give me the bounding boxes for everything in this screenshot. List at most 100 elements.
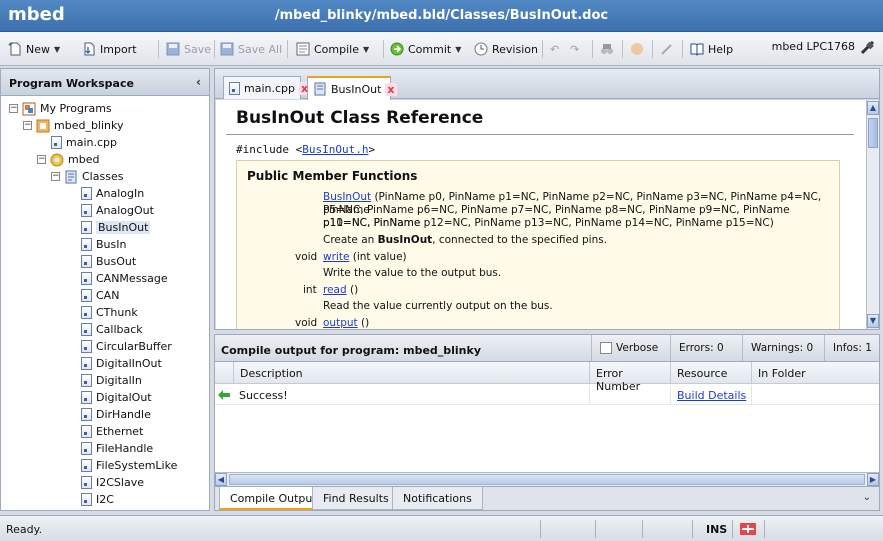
verbose-checkbox[interactable] [600,342,612,354]
new-button[interactable]: New ▼ [8,40,60,58]
column-resource[interactable]: Resource [670,362,750,383]
table-row[interactable]: Success! Build Details [215,385,879,405]
tree-node-class[interactable]: BusIn [81,236,126,253]
tree-node-class[interactable]: DigitalOut [81,389,152,406]
tab-main-cpp[interactable]: main.cpp x [223,76,311,99]
close-icon[interactable]: x [385,82,397,96]
tree-node-main-cpp[interactable]: main.cpp [51,134,117,151]
class-file-icon [81,204,92,217]
tree-node-class[interactable]: BusInOut [81,219,151,236]
find-button[interactable] [600,40,614,58]
collapse-toggle-icon[interactable]: − [51,172,60,181]
scroll-down-icon[interactable]: ▼ [867,314,879,328]
import-icon [84,42,95,56]
include-link[interactable]: BusInOut.h [302,143,368,156]
chevron-down-icon[interactable]: ⌄ [863,492,871,503]
warnings-count: Warnings: 0 [751,342,814,354]
class-file-icon [81,272,92,285]
undo-button[interactable]: ↶ [550,40,559,58]
row-error-number [589,385,669,404]
return-type: void [295,251,318,263]
scroll-thumb[interactable] [229,474,865,485]
tree-node-class[interactable]: DigitalInOut [81,355,162,372]
format-button[interactable] [630,40,644,58]
chevron-down-icon: ▼ [54,44,61,54]
tree-node-class[interactable]: FileHandle [81,440,153,457]
column-description[interactable]: Description [233,362,589,383]
tree-node-class[interactable]: DirHandle [81,406,151,423]
class-file-icon [81,493,92,506]
status-divider [540,520,541,538]
undo-icon: ↶ [550,42,560,56]
scroll-left-icon[interactable]: ◀ [215,473,227,486]
save-button[interactable]: Save [166,40,211,58]
collapse-panel-icon[interactable]: ‹ [196,75,201,89]
write-link[interactable]: write [323,251,349,263]
tree-node-classes[interactable]: − Classes [51,168,123,185]
tree-node-class[interactable]: CThunk [81,304,138,321]
row-resource: Build Details [670,385,750,404]
save-all-button[interactable]: Save All [220,40,282,58]
tree-node-class[interactable]: CANMessage [81,270,168,287]
desc-text: Create an [323,234,378,246]
tree-label: BusIn [96,238,127,251]
class-file-icon [81,187,92,200]
tree-node-mbed-lib[interactable]: − mbed [37,151,99,168]
scroll-thumb[interactable] [868,118,878,148]
collapse-toggle-icon[interactable]: − [23,121,32,130]
tree-node-class[interactable]: I2CSlave [81,474,144,491]
errors-filter[interactable]: Errors: 0 [670,335,742,361]
toolbar-divider [383,40,384,58]
keyboard-layout-icon[interactable] [740,523,756,535]
tree-label: BusInOut [96,221,151,234]
scroll-up-icon[interactable]: ▲ [867,101,879,115]
read-link[interactable]: read [323,284,347,296]
output-tab-bar: Compile Output Find Results Notification… [215,486,879,510]
tree-node-class[interactable]: AnalogOut [81,202,154,219]
tree-node-class[interactable]: Callback [81,321,143,338]
collapse-toggle-icon[interactable]: − [37,155,46,164]
tab-find-results[interactable]: Find Results [312,487,400,510]
tree-node-program[interactable]: − mbed_blinky [23,117,124,134]
compile-label: Compile [314,42,359,56]
commit-button[interactable]: Commit ▼ [390,40,461,58]
divider [226,134,854,135]
compile-button[interactable]: Compile ▼ [296,40,369,58]
import-label: Import [100,42,137,56]
constructor-description: Create an BusInOut, connected to the spe… [323,234,607,247]
desc-bold: BusInOut [377,234,433,246]
wand-button[interactable] [660,40,674,58]
column-in-folder[interactable]: In Folder [751,362,879,383]
build-details-link[interactable]: Build Details [677,389,746,402]
scroll-right-icon[interactable]: ▶ [867,473,879,486]
target-board-label[interactable]: mbed LPC1768 [772,40,855,53]
revision-button[interactable]: Revision [474,40,538,58]
output-link[interactable]: output [323,317,358,329]
tree-node-class[interactable]: I2C [81,491,114,508]
document-scrollbar[interactable]: ▲ ▼ [866,100,879,329]
tree-node-class[interactable]: Ethernet [81,423,143,440]
class-file-icon [81,408,92,421]
tree-node-class[interactable]: AnalogIn [81,185,144,202]
tab-businout[interactable]: BusInOut x [307,76,397,100]
import-button[interactable]: Import [82,40,137,58]
tree-node-class[interactable]: FileSystemLike [81,457,177,474]
tree-label: I2C [96,493,114,506]
tree-node-class[interactable]: CAN [81,287,119,304]
tree-label: DirHandle [96,408,151,421]
warnings-filter[interactable]: Warnings: 0 [742,335,824,361]
tree-node-class[interactable]: BusOut [81,253,136,270]
collapse-toggle-icon[interactable]: − [9,104,18,113]
help-button[interactable]: Help [690,40,733,58]
tree-node-my-programs[interactable]: − My Programs [9,100,112,117]
tab-notifications[interactable]: Notifications [392,487,483,510]
redo-button[interactable]: ↷ [570,40,579,58]
infos-filter[interactable]: Infos: 1 [824,335,880,361]
column-error-number[interactable]: Error Number [589,362,669,393]
verbose-toggle[interactable]: Verbose [591,335,670,361]
tree-node-class[interactable]: DigitalIn [81,372,142,389]
horizontal-scrollbar[interactable]: ◀ ▶ [215,472,879,486]
constructor-link[interactable]: BusInOut [323,191,371,203]
tree-node-class[interactable]: CircularBuffer [81,338,172,355]
class-file-icon [81,459,92,472]
